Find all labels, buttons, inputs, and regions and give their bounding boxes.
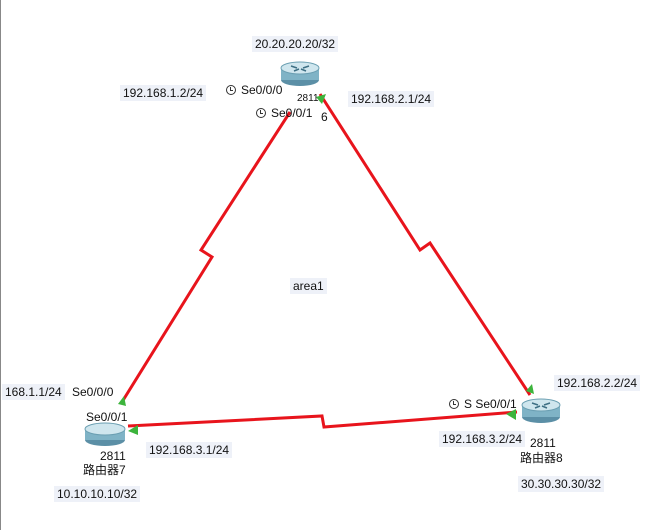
left-router-name: 路由器7 bbox=[83, 463, 126, 477]
right-router-loopback: 30.30.30.30/32 bbox=[518, 476, 605, 492]
top-router-port-se001: Se0/0/1 bbox=[256, 106, 312, 120]
serial-link-left-right[interactable] bbox=[127, 410, 518, 429]
clock-icon bbox=[256, 108, 266, 118]
clock-icon bbox=[449, 399, 459, 409]
serial-link-top-right[interactable] bbox=[318, 93, 532, 396]
left-router-right-ip: 192.168.3.1/24 bbox=[146, 442, 233, 458]
serial-link-top-left[interactable] bbox=[120, 111, 292, 403]
router-icon[interactable] bbox=[84, 422, 126, 446]
right-router-name: 路由器8 bbox=[520, 451, 563, 465]
clock-icon bbox=[226, 85, 236, 95]
right-router-left-ip: 192.168.3.2/24 bbox=[439, 431, 526, 447]
left-router-up-ip: 168.1.1/24 bbox=[2, 384, 65, 400]
left-router-port-se001: Se0/0/1 bbox=[86, 410, 128, 424]
top-router-right-ip: 192.168.2.1/24 bbox=[348, 91, 435, 107]
area-label: area1 bbox=[290, 278, 327, 294]
router-icon[interactable] bbox=[280, 61, 320, 86]
top-router-suffix: 6 bbox=[321, 110, 328, 124]
top-router-loopback: 20.20.20.20/32 bbox=[252, 36, 339, 52]
router-icon[interactable] bbox=[521, 398, 561, 423]
right-router-port-se001: S Se0/0/1 bbox=[449, 397, 517, 411]
left-router-port-se000: Se0/0/0 bbox=[72, 385, 114, 399]
left-router-model: 2811 bbox=[100, 449, 126, 463]
left-router-loopback: 10.10.10.10/32 bbox=[54, 486, 141, 502]
top-router-model: 2811 bbox=[297, 93, 319, 104]
top-router-port-se000: Se0/0/0 bbox=[226, 83, 282, 97]
top-router-left-ip: 192.168.1.2/24 bbox=[120, 85, 207, 101]
right-router-up-ip: 192.168.2.2/24 bbox=[554, 375, 641, 391]
right-router-model: 2811 bbox=[530, 436, 556, 450]
